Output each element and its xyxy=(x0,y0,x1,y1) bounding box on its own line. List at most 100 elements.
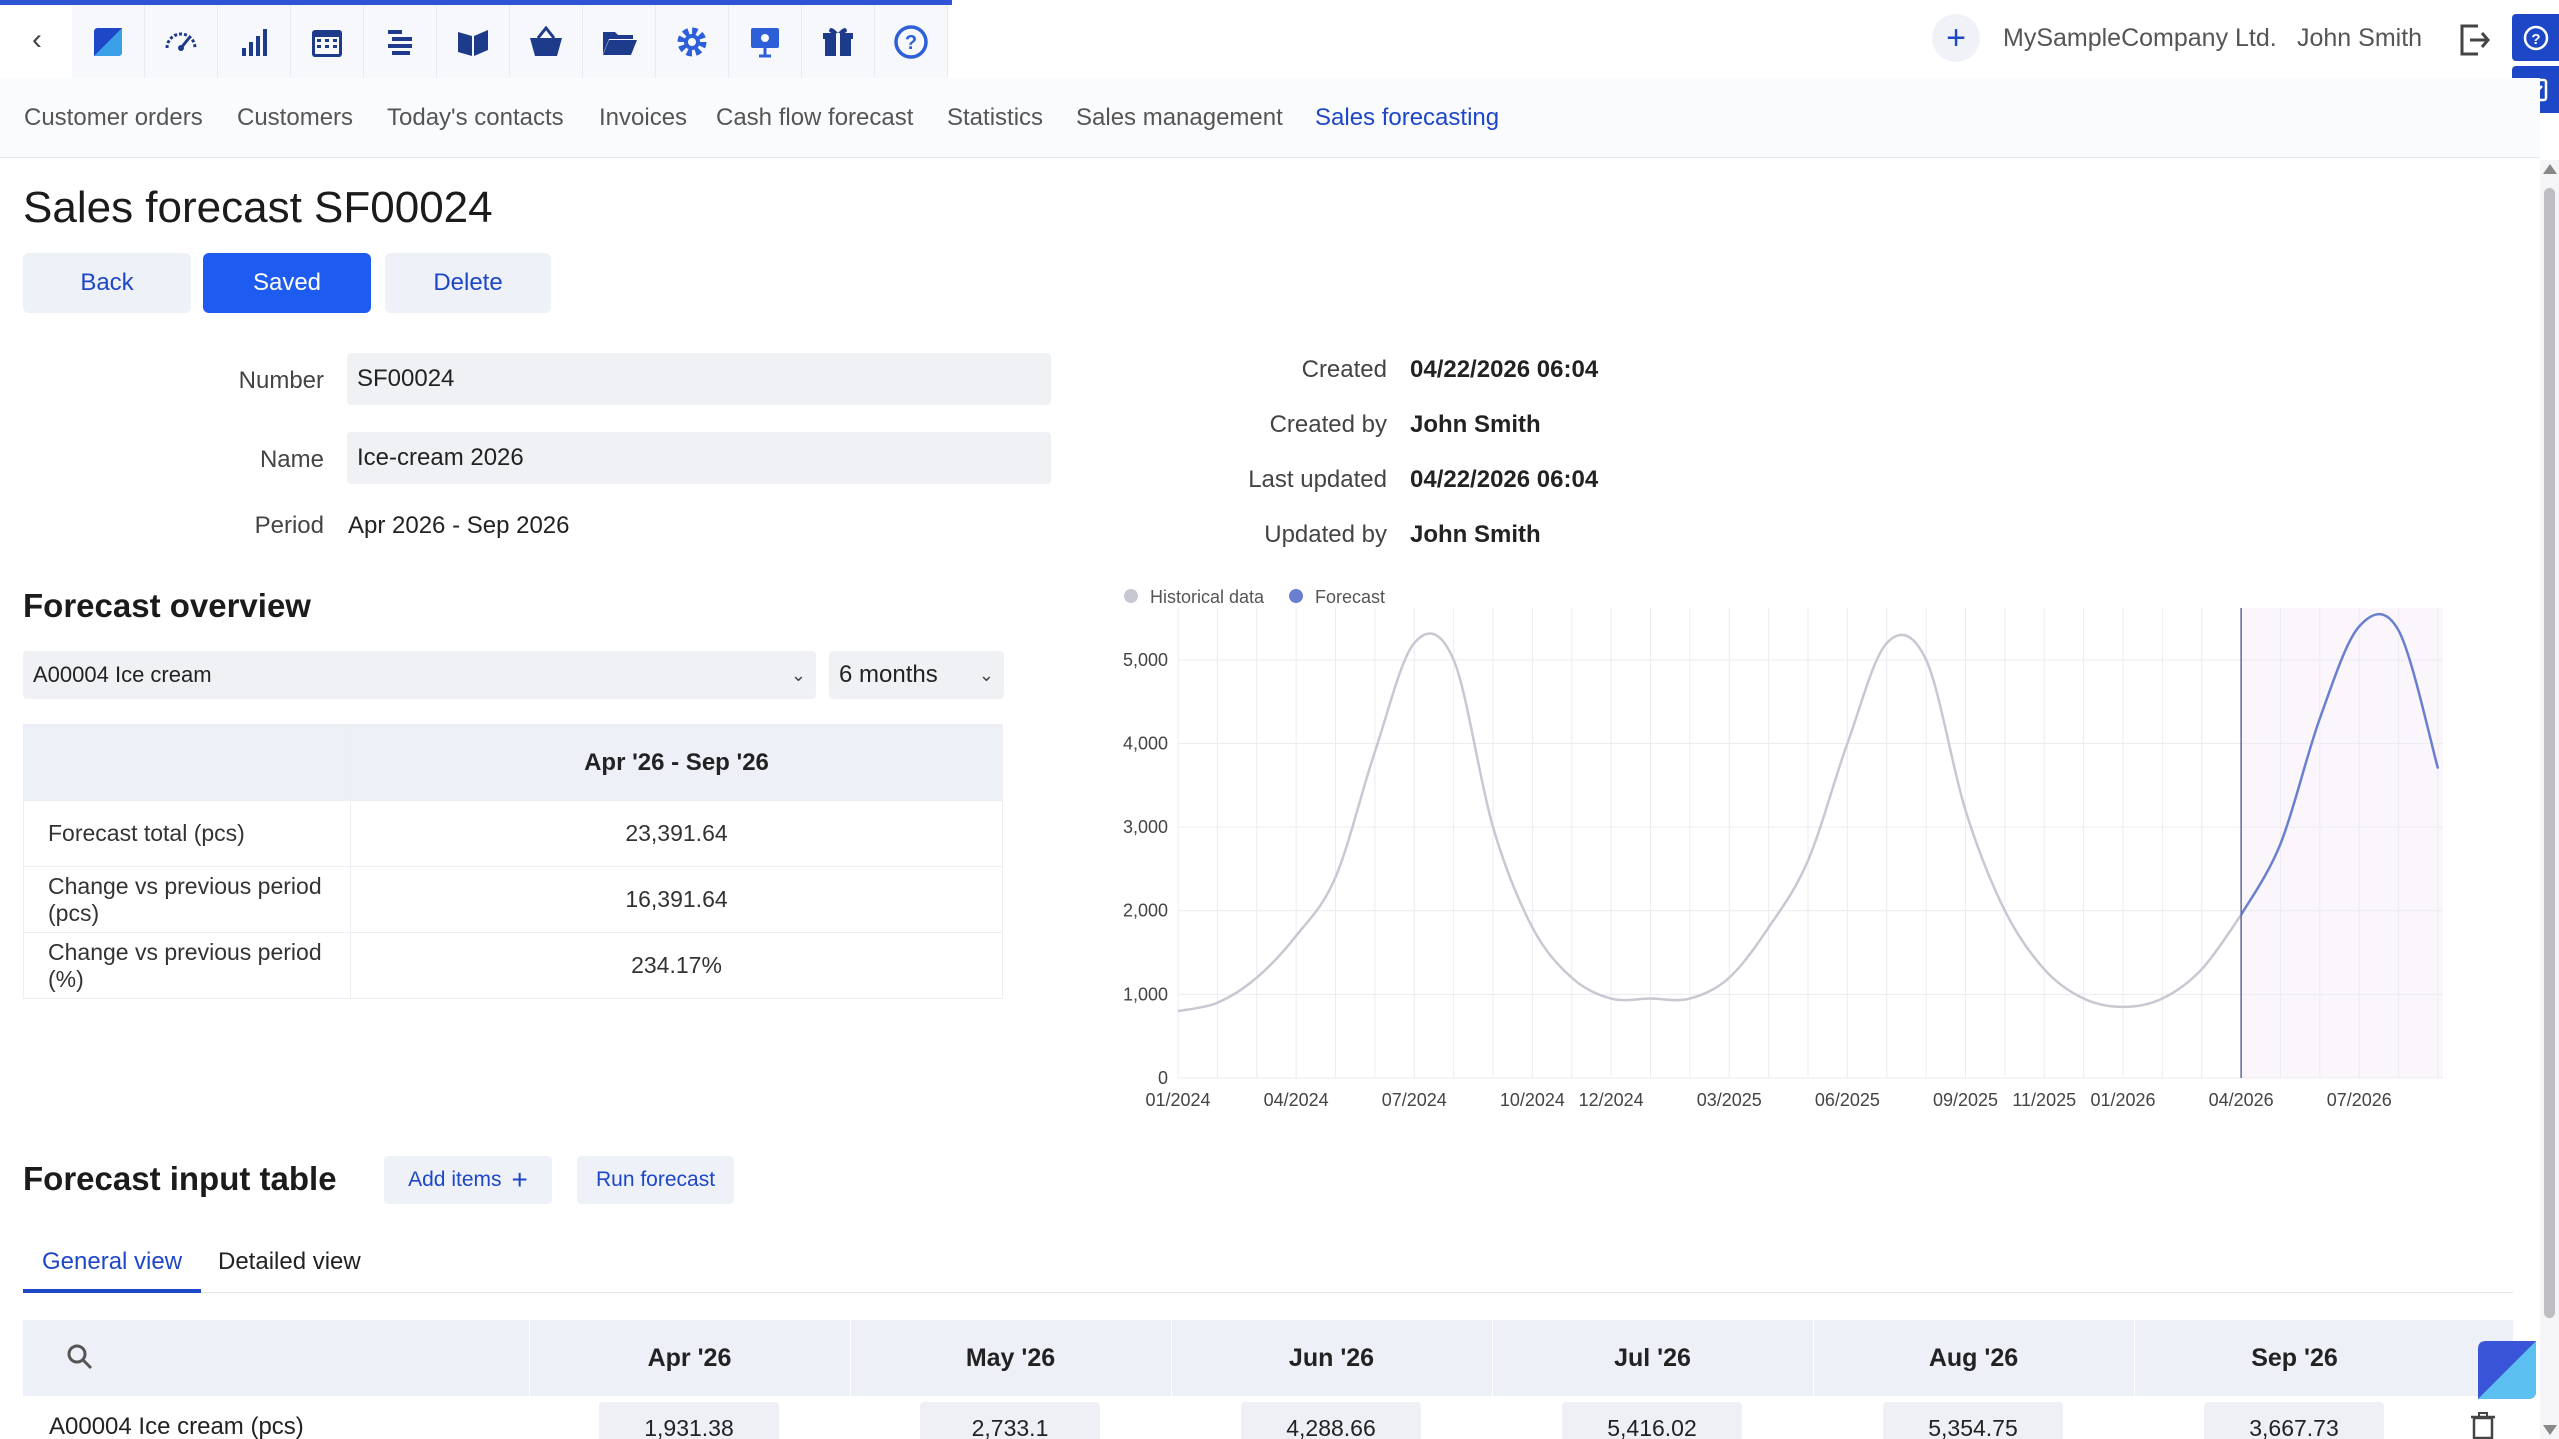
month-header: Jul '26 xyxy=(1492,1320,1812,1396)
row-label: Change vs previous period (pcs) xyxy=(23,866,351,933)
scroll-up-arrow[interactable] xyxy=(2543,164,2557,174)
scroll-down-arrow[interactable] xyxy=(2543,1425,2557,1435)
nav-statistics[interactable]: Statistics xyxy=(947,104,1043,132)
tab-divider xyxy=(23,1292,2513,1293)
book-icon[interactable] xyxy=(437,5,510,78)
y-tick-label: 5,000 xyxy=(1123,650,1168,670)
add-new-button[interactable]: + xyxy=(1932,14,1980,62)
x-tick-label: 04/2024 xyxy=(1264,1090,1329,1110)
delete-button[interactable]: Delete xyxy=(385,253,551,313)
gift-icon[interactable] xyxy=(802,5,875,78)
question-icon: ? xyxy=(2523,25,2548,50)
month-header: May '26 xyxy=(850,1320,1170,1396)
table-row: Forecast total (pcs) 23,391.64 xyxy=(23,800,1003,867)
x-tick-label: 06/2025 xyxy=(1815,1090,1880,1110)
nav-todays-contacts[interactable]: Today's contacts xyxy=(387,104,564,132)
table-row: Change vs previous period (%) 234.17% xyxy=(23,932,1003,999)
forecast-value-input[interactable]: 4,288.66 xyxy=(1241,1402,1421,1439)
legend-forecast-label[interactable]: Forecast xyxy=(1315,587,1385,607)
nav-sales-forecasting[interactable]: Sales forecasting xyxy=(1315,104,1499,132)
page-scrollbar[interactable] xyxy=(2540,160,2559,1439)
month-header: Apr '26 xyxy=(529,1320,849,1396)
nav-cash-flow-forecast[interactable]: Cash flow forecast xyxy=(716,104,913,132)
help-icon[interactable]: ? xyxy=(875,5,948,78)
saved-button[interactable]: Saved xyxy=(203,253,371,313)
forecast-value-input[interactable]: 5,416.02 xyxy=(1562,1402,1742,1439)
search-icon[interactable] xyxy=(63,1340,97,1374)
x-tick-label: 01/2026 xyxy=(2090,1090,2155,1110)
table-header-period: Apr '26 - Sep '26 xyxy=(350,724,1003,801)
company-name[interactable]: MySampleCompany Ltd. xyxy=(2003,24,2277,53)
user-name[interactable]: John Smith xyxy=(2297,24,2422,53)
statistics-icon[interactable] xyxy=(218,5,291,78)
add-items-button[interactable]: Add items + xyxy=(384,1156,552,1204)
scrollbar-thumb[interactable] xyxy=(2544,188,2555,1318)
y-tick-label: 4,000 xyxy=(1123,733,1168,753)
number-label: Number xyxy=(238,367,324,394)
nav-customer-orders[interactable]: Customer orders xyxy=(24,104,203,132)
legend-historical-marker xyxy=(1124,589,1138,603)
logo-icon[interactable] xyxy=(2474,1337,2540,1403)
created-label: Created xyxy=(1301,356,1387,383)
forecast-input-table-title: Forecast input table xyxy=(23,1160,337,1197)
run-forecast-button[interactable]: Run forecast xyxy=(577,1156,734,1204)
dashboard-icon[interactable] xyxy=(145,5,218,78)
page-title: Sales forecast SF00024 xyxy=(23,183,493,232)
back-button[interactable]: Back xyxy=(23,253,191,313)
gear-icon[interactable] xyxy=(656,5,729,78)
period-select-value: 6 months xyxy=(839,661,938,688)
logo-icon[interactable] xyxy=(72,5,145,78)
forecast-overview-table: Apr '26 - Sep '26 Forecast total (pcs) 2… xyxy=(23,724,1003,999)
forecast-value-input[interactable]: 3,667.73 xyxy=(2204,1402,2384,1439)
nav-invoices[interactable]: Invoices xyxy=(599,104,687,132)
month-header: Sep '26 xyxy=(2134,1320,2454,1396)
y-tick-label: 0 xyxy=(1158,1068,1168,1088)
item-select-value: A00004 Ice cream xyxy=(33,662,212,687)
period-select[interactable]: 6 months ⌄ xyxy=(829,651,1004,699)
nav-customers[interactable]: Customers xyxy=(237,104,353,132)
row-label: Forecast total (pcs) xyxy=(23,800,351,867)
historical-series-line xyxy=(1177,632,2243,1013)
row-value: 16,391.64 xyxy=(350,866,1003,933)
table-header-cell xyxy=(23,724,351,801)
item-select[interactable]: A00004 Ice cream ⌄ xyxy=(23,651,816,699)
number-field[interactable]: SF00024 xyxy=(347,353,1051,405)
legend-historical-label[interactable]: Historical data xyxy=(1150,587,1265,607)
logout-icon[interactable] xyxy=(2456,20,2492,60)
basket-icon[interactable] xyxy=(510,5,583,78)
presentation-icon[interactable] xyxy=(729,5,802,78)
add-items-label: Add items xyxy=(408,1168,502,1191)
tab-detailed-view[interactable]: Detailed view xyxy=(218,1248,361,1276)
module-navigation: Customer orders Customers Today's contac… xyxy=(0,78,2540,158)
forecast-value-input[interactable]: 2,733.1 xyxy=(920,1402,1100,1439)
updated-by-value: John Smith xyxy=(1410,521,1541,548)
y-tick-label: 1,000 xyxy=(1123,984,1168,1004)
app-icon-bar: ? xyxy=(72,5,948,78)
row-value: 234.17% xyxy=(350,932,1003,999)
trash-icon[interactable] xyxy=(2468,1410,2498,1439)
chevron-left-icon[interactable]: ‹ xyxy=(20,18,54,62)
help-side-button[interactable]: ? xyxy=(2512,14,2559,61)
forecast-value-input[interactable]: 1,931.38 xyxy=(599,1402,779,1439)
period-label: Period xyxy=(254,512,324,539)
x-tick-label: 12/2024 xyxy=(1579,1090,1644,1110)
legend-forecast-marker xyxy=(1289,589,1303,603)
top-toolbar: ‹ ? + MySampleCompany Ltd. John Smith xyxy=(0,0,2559,78)
list-icon[interactable] xyxy=(364,5,437,78)
name-field[interactable]: Ice-cream 2026 xyxy=(347,432,1051,484)
folder-icon[interactable] xyxy=(583,5,656,78)
created-value: 04/22/2026 06:04 xyxy=(1410,356,1599,383)
calendar-icon[interactable] xyxy=(291,5,364,78)
plus-icon: + xyxy=(511,1164,528,1195)
table-header-row: Apr '26 - Sep '26 xyxy=(23,724,1003,801)
y-tick-label: 3,000 xyxy=(1123,817,1168,837)
forecast-chart: Historical data Forecast 0 1,000 2,000 3,00… xyxy=(1123,587,2443,1110)
svg-text:?: ? xyxy=(2531,31,2540,48)
row-label: Change vs previous period (%) xyxy=(23,932,351,999)
forecast-region xyxy=(2241,608,2443,1078)
row-value: 23,391.64 xyxy=(350,800,1003,867)
forecast-value-input[interactable]: 5,354.75 xyxy=(1883,1402,2063,1439)
nav-sales-management[interactable]: Sales management xyxy=(1076,104,1283,132)
month-header: Aug '26 xyxy=(1813,1320,2133,1396)
tab-general-view[interactable]: General view xyxy=(42,1248,182,1276)
